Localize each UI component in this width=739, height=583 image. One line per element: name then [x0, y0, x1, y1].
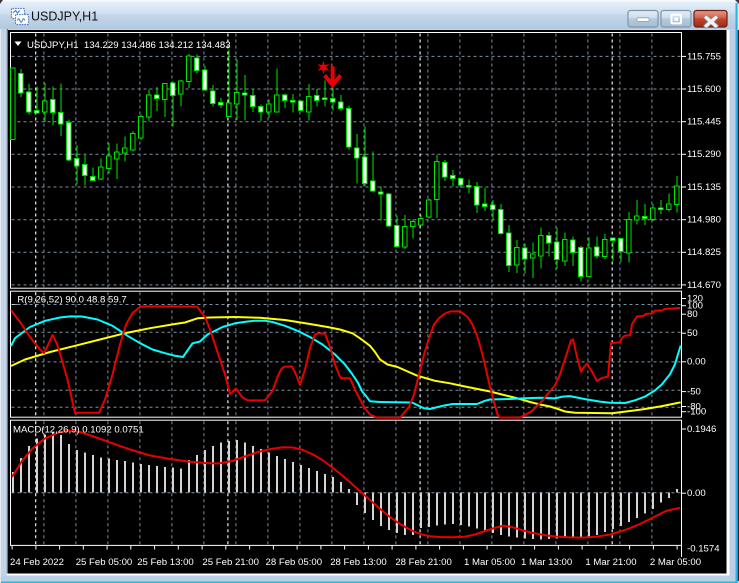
svg-text:USDJPY,H1 134.229 134.486 134: USDJPY,H1 134.229 134.486 134.212 134.48… — [27, 40, 231, 51]
svg-text:114.980: 114.980 — [687, 215, 721, 226]
svg-text:28 Feb 13:00: 28 Feb 13:00 — [330, 557, 387, 568]
svg-text:MACD(12,26,9) 0.1092 0.0751: MACD(12,26,9) 0.1092 0.0751 — [13, 425, 144, 436]
svg-text:USDJPY,H1: USDJPY,H1 — [31, 10, 98, 24]
svg-text:115.290: 115.290 — [687, 149, 721, 160]
svg-text:_R(9,26,52) 90.0 48.8 59.7: _R(9,26,52) 90.0 48.8 59.7 — [11, 295, 127, 306]
svg-text:115.600: 115.600 — [687, 84, 721, 95]
svg-text:2 Mar 05:00: 2 Mar 05:00 — [650, 557, 701, 568]
svg-text:1 Mar 21:00: 1 Mar 21:00 — [585, 557, 636, 568]
svg-text:-100: -100 — [687, 407, 706, 418]
svg-text:80: 80 — [687, 309, 698, 320]
svg-text:115.135: 115.135 — [687, 182, 721, 193]
svg-text:0.00: 0.00 — [687, 357, 706, 368]
svg-text:115.755: 115.755 — [687, 51, 721, 62]
svg-text:50: 50 — [687, 328, 698, 339]
svg-text:0.00: 0.00 — [687, 488, 706, 499]
svg-text:1 Mar 13:00: 1 Mar 13:00 — [521, 557, 572, 568]
svg-text:1 Mar 05:00: 1 Mar 05:00 — [464, 557, 515, 568]
svg-text:114.825: 114.825 — [687, 247, 721, 258]
svg-text:115.445: 115.445 — [687, 117, 721, 128]
svg-text:114.670: 114.670 — [687, 280, 721, 291]
svg-text:-50: -50 — [687, 387, 701, 398]
svg-text:0.1946: 0.1946 — [687, 424, 716, 435]
svg-text:25 Feb 05:00: 25 Feb 05:00 — [76, 557, 133, 568]
svg-text:25 Feb 21:00: 25 Feb 21:00 — [202, 557, 259, 568]
svg-text:24 Feb 2022: 24 Feb 2022 — [10, 557, 64, 568]
svg-text:25 Feb 13:00: 25 Feb 13:00 — [137, 557, 194, 568]
svg-text:-0.1574: -0.1574 — [687, 543, 720, 554]
svg-text:28 Feb 21:00: 28 Feb 21:00 — [395, 557, 452, 568]
svg-text:28 Feb 05:00: 28 Feb 05:00 — [266, 557, 323, 568]
